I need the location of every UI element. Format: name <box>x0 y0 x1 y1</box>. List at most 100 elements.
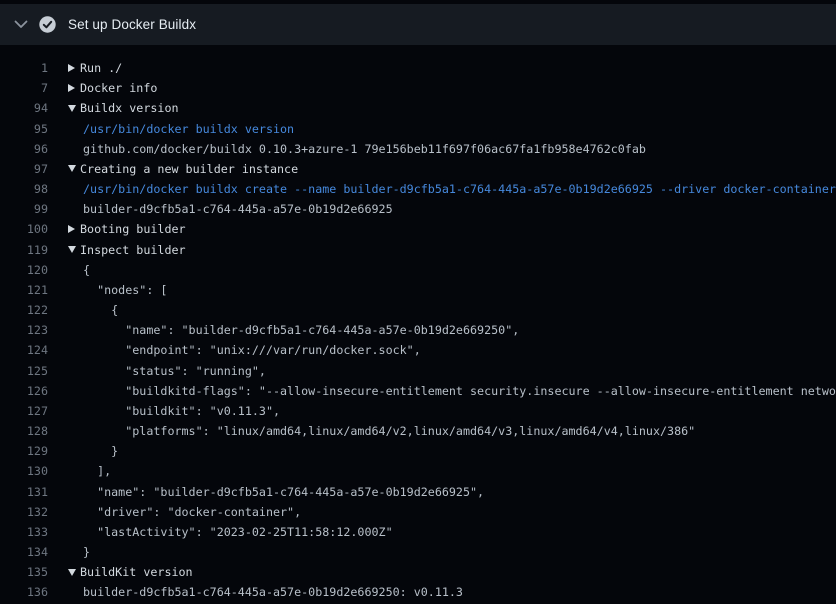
log-group-title: BuildKit version <box>80 562 193 582</box>
log-group-title: Run ./ <box>80 58 122 78</box>
log-output-text: github.com/docker/buildx 0.10.3+azure-1 … <box>48 139 836 159</box>
line-number[interactable]: 122 <box>0 300 48 320</box>
log-line: 133 "lastActivity": "2023-02-25T11:58:12… <box>0 522 836 542</box>
log-line: 124 "endpoint": "unix:///var/run/docker.… <box>0 340 836 360</box>
chevron-down-icon[interactable] <box>14 20 28 29</box>
line-number[interactable]: 119 <box>0 240 48 260</box>
log-line: 126 "buildkitd-flags": "--allow-insecure… <box>0 381 836 401</box>
log-group-toggle[interactable]: BuildKit version <box>48 562 836 582</box>
log-output-text: { <box>48 300 836 320</box>
line-number[interactable]: 126 <box>0 381 48 401</box>
log-output-text: "name": "builder-d9cfb5a1-c764-445a-a57e… <box>48 482 836 502</box>
log-line: 96github.com/docker/buildx 0.10.3+azure-… <box>0 139 836 159</box>
check-circle-icon <box>39 16 56 33</box>
line-number[interactable]: 136 <box>0 582 48 602</box>
log-output-text: "lastActivity": "2023-02-25T11:58:12.000… <box>48 522 836 542</box>
line-number[interactable]: 120 <box>0 260 48 280</box>
log-group-toggle[interactable]: Booting builder <box>48 219 836 239</box>
log-group-title: Creating a new builder instance <box>80 159 298 179</box>
triangle-down-icon[interactable] <box>68 105 80 112</box>
log-output-text: "platforms": "linux/amd64,linux/amd64/v2… <box>48 421 836 441</box>
line-number[interactable]: 133 <box>0 522 48 542</box>
log-group-title: Docker info <box>80 78 157 98</box>
log-output-text: ], <box>48 461 836 481</box>
log-group-toggle[interactable]: Buildx version <box>48 98 836 118</box>
line-number[interactable]: 127 <box>0 401 48 421</box>
line-number[interactable]: 94 <box>0 98 48 118</box>
log-line: 94 Buildx version <box>0 98 836 118</box>
log-line: 128 "platforms": "linux/amd64,linux/amd6… <box>0 421 836 441</box>
log-output-text: "buildkitd-flags": "--allow-insecure-ent… <box>48 381 836 401</box>
log-line: 127 "buildkit": "v0.11.3", <box>0 401 836 421</box>
line-number[interactable]: 131 <box>0 482 48 502</box>
log-line: 132 "driver": "docker-container", <box>0 502 836 522</box>
log-line: 99builder-d9cfb5a1-c764-445a-a57e-0b19d2… <box>0 199 836 219</box>
log-line: 97 Creating a new builder instance <box>0 159 836 179</box>
log-group-title: Inspect builder <box>80 240 186 260</box>
log-line: 130 ], <box>0 461 836 481</box>
log-group-toggle[interactable]: Run ./ <box>48 58 836 78</box>
log-group-toggle[interactable]: Creating a new builder instance <box>48 159 836 179</box>
log-line: 100 Booting builder <box>0 219 836 239</box>
log-command-text: /usr/bin/docker buildx version <box>48 119 836 139</box>
log-output-text: "buildkit": "v0.11.3", <box>48 401 836 421</box>
log-line: 134} <box>0 542 836 562</box>
triangle-right-icon[interactable] <box>68 225 80 233</box>
log-line: 95/usr/bin/docker buildx version <box>0 119 836 139</box>
log-output-text: "name": "builder-d9cfb5a1-c764-445a-a57e… <box>48 320 836 340</box>
line-number[interactable]: 99 <box>0 199 48 219</box>
log-group-toggle[interactable]: Docker info <box>48 78 836 98</box>
line-number[interactable]: 96 <box>0 139 48 159</box>
log-line: 129 } <box>0 441 836 461</box>
log-group-title: Buildx version <box>80 98 179 118</box>
line-number[interactable]: 121 <box>0 280 48 300</box>
log-group-title: Booting builder <box>80 219 186 239</box>
log-output-text: "status": "running", <box>48 361 836 381</box>
line-number[interactable]: 132 <box>0 502 48 522</box>
line-number[interactable]: 7 <box>0 78 48 98</box>
log-output-text: builder-d9cfb5a1-c764-445a-a57e-0b19d2e6… <box>48 199 836 219</box>
line-number[interactable]: 128 <box>0 421 48 441</box>
log-line: 131 "name": "builder-d9cfb5a1-c764-445a-… <box>0 482 836 502</box>
step-title: Set up Docker Buildx <box>68 17 196 32</box>
triangle-down-icon[interactable] <box>68 246 80 253</box>
triangle-down-icon[interactable] <box>68 569 80 576</box>
line-number[interactable]: 129 <box>0 441 48 461</box>
line-number[interactable]: 95 <box>0 119 48 139</box>
line-number[interactable]: 130 <box>0 461 48 481</box>
log-line: 1 Run ./ <box>0 58 836 78</box>
triangle-right-icon[interactable] <box>68 84 80 92</box>
line-number[interactable]: 98 <box>0 179 48 199</box>
triangle-right-icon[interactable] <box>68 64 80 72</box>
log-line: 122 { <box>0 300 836 320</box>
log-output-text: "driver": "docker-container", <box>48 502 836 522</box>
log-output-text: { <box>48 260 836 280</box>
log-output-text: "endpoint": "unix:///var/run/docker.sock… <box>48 340 836 360</box>
line-number[interactable]: 135 <box>0 562 48 582</box>
line-number[interactable]: 124 <box>0 340 48 360</box>
log-output-text: } <box>48 542 836 562</box>
triangle-down-icon[interactable] <box>68 165 80 172</box>
log-line: 120{ <box>0 260 836 280</box>
log-line: 136builder-d9cfb5a1-c764-445a-a57e-0b19d… <box>0 582 836 602</box>
line-number[interactable]: 134 <box>0 542 48 562</box>
log-viewer: 1Run ./7Docker info94Buildx version95/us… <box>0 45 836 603</box>
log-command-text: /usr/bin/docker buildx create --name bui… <box>48 179 836 199</box>
log-output-text: "nodes": [ <box>48 280 836 300</box>
line-number[interactable]: 125 <box>0 361 48 381</box>
line-number[interactable]: 100 <box>0 219 48 239</box>
log-line: 7 Docker info <box>0 78 836 98</box>
step-header[interactable]: Set up Docker Buildx <box>0 4 836 45</box>
log-line: 125 "status": "running", <box>0 361 836 381</box>
log-line: 135 BuildKit version <box>0 562 836 582</box>
log-line: 119 Inspect builder <box>0 240 836 260</box>
line-number[interactable]: 123 <box>0 320 48 340</box>
log-group-toggle[interactable]: Inspect builder <box>48 240 836 260</box>
log-line: 123 "name": "builder-d9cfb5a1-c764-445a-… <box>0 320 836 340</box>
log-line: 121 "nodes": [ <box>0 280 836 300</box>
line-number[interactable]: 97 <box>0 159 48 179</box>
log-line: 98/usr/bin/docker buildx create --name b… <box>0 179 836 199</box>
log-output-text: builder-d9cfb5a1-c764-445a-a57e-0b19d2e6… <box>48 582 836 602</box>
line-number[interactable]: 1 <box>0 58 48 78</box>
log-output-text: } <box>48 441 836 461</box>
